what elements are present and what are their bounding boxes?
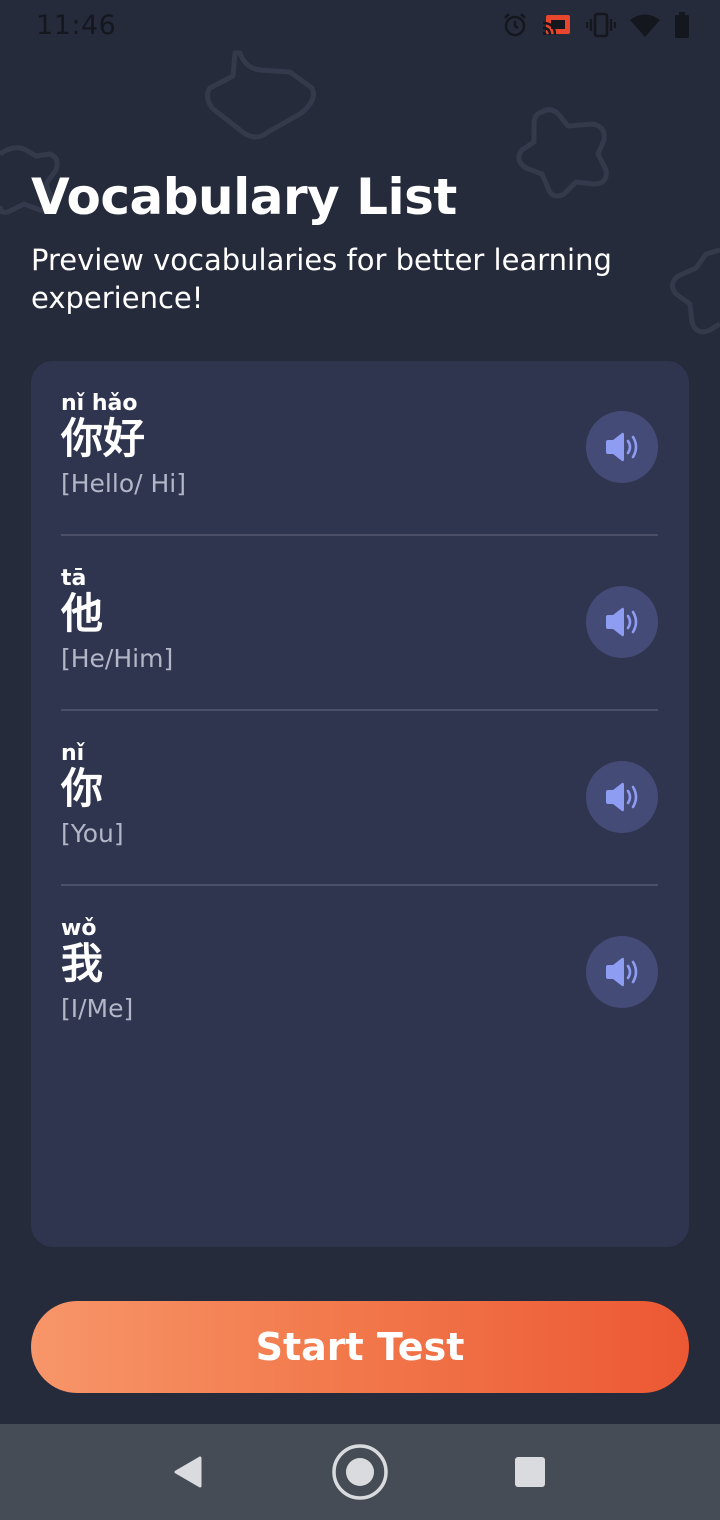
vocab-hanzi: 你好 — [61, 414, 146, 463]
star-decoration — [670, 247, 720, 335]
page-title: Vocabulary List — [31, 168, 457, 226]
vocab-item: nǐ 你 [You] — [61, 711, 658, 886]
vocab-meaning: [You] — [61, 819, 124, 848]
vocab-hanzi: 他 — [61, 589, 104, 638]
speaker-icon — [606, 607, 638, 637]
status-icons — [502, 12, 690, 38]
cast-icon — [542, 15, 570, 36]
play-audio-button[interactable] — [586, 761, 658, 833]
vocab-item: tā 他 [He/Him] — [61, 536, 658, 711]
recents-icon — [515, 1457, 545, 1487]
vibrate-icon — [586, 12, 616, 38]
vocab-pinyin: nǐ — [61, 741, 85, 766]
speaker-icon — [606, 782, 638, 812]
navigation-bar — [0, 1424, 720, 1520]
play-audio-button[interactable] — [586, 936, 658, 1008]
start-test-button[interactable]: Start Test — [31, 1301, 689, 1393]
page-subtitle: Preview vocabularies for better learning… — [31, 243, 612, 315]
star-decoration — [204, 50, 316, 140]
vocab-pinyin: tā — [61, 566, 87, 591]
vocab-pinyin: wǒ — [61, 916, 97, 941]
alarm-icon — [504, 13, 526, 37]
vocab-hanzi: 我 — [61, 939, 104, 988]
wifi-icon — [630, 14, 660, 37]
vocabulary-screen: 11:46 Vocabulary List Preview vocabulari… — [0, 0, 720, 1520]
vocab-meaning: [I/Me] — [61, 994, 134, 1023]
vocab-pinyin: nǐ hǎo — [61, 391, 138, 416]
start-test-label: Start Test — [255, 1325, 465, 1369]
speaker-icon — [606, 432, 638, 462]
vocab-hanzi: 你 — [61, 764, 104, 813]
back-icon — [174, 1456, 202, 1488]
play-audio-button[interactable] — [586, 586, 658, 658]
vocab-meaning: [He/Him] — [61, 644, 174, 673]
status-time: 11:46 — [36, 10, 117, 41]
nav-recents-button[interactable] — [500, 1444, 560, 1500]
status-bar: 11:46 — [0, 0, 720, 54]
vocab-item: nǐ hǎo 你好 [Hello/ Hi] — [61, 361, 658, 536]
battery-icon — [675, 12, 689, 38]
play-audio-button[interactable] — [586, 411, 658, 483]
home-icon — [332, 1444, 388, 1500]
vocab-item: wǒ 我 [I/Me] — [61, 886, 658, 1061]
star-decoration — [516, 107, 609, 199]
nav-back-button[interactable] — [158, 1444, 218, 1500]
vocab-meaning: [Hello/ Hi] — [61, 469, 186, 498]
nav-home-button[interactable] — [330, 1444, 390, 1500]
speaker-icon — [606, 957, 638, 987]
vocabulary-card: nǐ hǎo 你好 [Hello/ Hi] tā 他 [He/Him] nǐ 你… — [31, 361, 689, 1247]
